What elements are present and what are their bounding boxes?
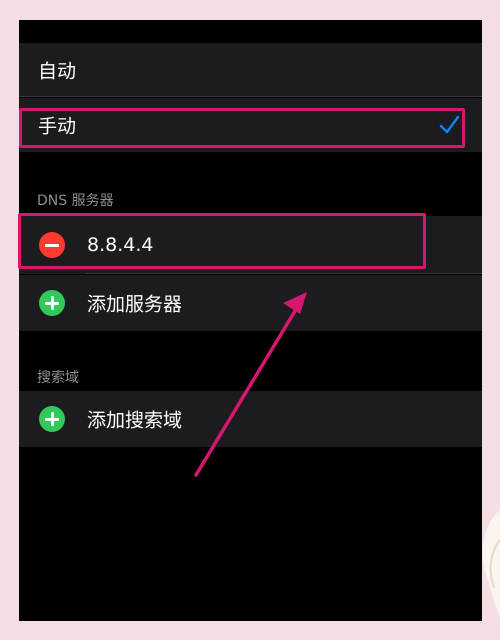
settings-screen: 自动 手动 DNS 服务器 8.8.4.4 添加服务器 搜索域 添加搜索域 xyxy=(19,20,482,621)
option-manual[interactable]: 手动 xyxy=(19,98,482,152)
add-search-domain-label: 添加搜索域 xyxy=(87,409,183,432)
flower-decoration-icon xyxy=(482,510,500,618)
plus-circle-icon xyxy=(39,406,65,432)
checkmark-icon xyxy=(439,115,460,134)
divider xyxy=(19,96,482,97)
add-dns-server-label: 添加服务器 xyxy=(87,293,183,316)
option-auto-label: 自动 xyxy=(38,60,77,83)
minus-circle-icon[interactable] xyxy=(39,232,65,258)
add-dns-server-button[interactable]: 添加服务器 xyxy=(19,275,482,331)
divider xyxy=(85,273,482,274)
option-auto[interactable]: 自动 xyxy=(19,43,482,97)
dns-section-header: DNS 服务器 xyxy=(37,193,114,209)
add-search-domain-button[interactable]: 添加搜索域 xyxy=(19,391,482,447)
dns-server-row[interactable]: 8.8.4.4 xyxy=(19,216,482,274)
search-domain-section-header: 搜索域 xyxy=(37,370,79,386)
plus-circle-icon xyxy=(39,290,65,316)
dns-server-value: 8.8.4.4 xyxy=(87,234,154,256)
option-manual-label: 手动 xyxy=(38,115,77,138)
